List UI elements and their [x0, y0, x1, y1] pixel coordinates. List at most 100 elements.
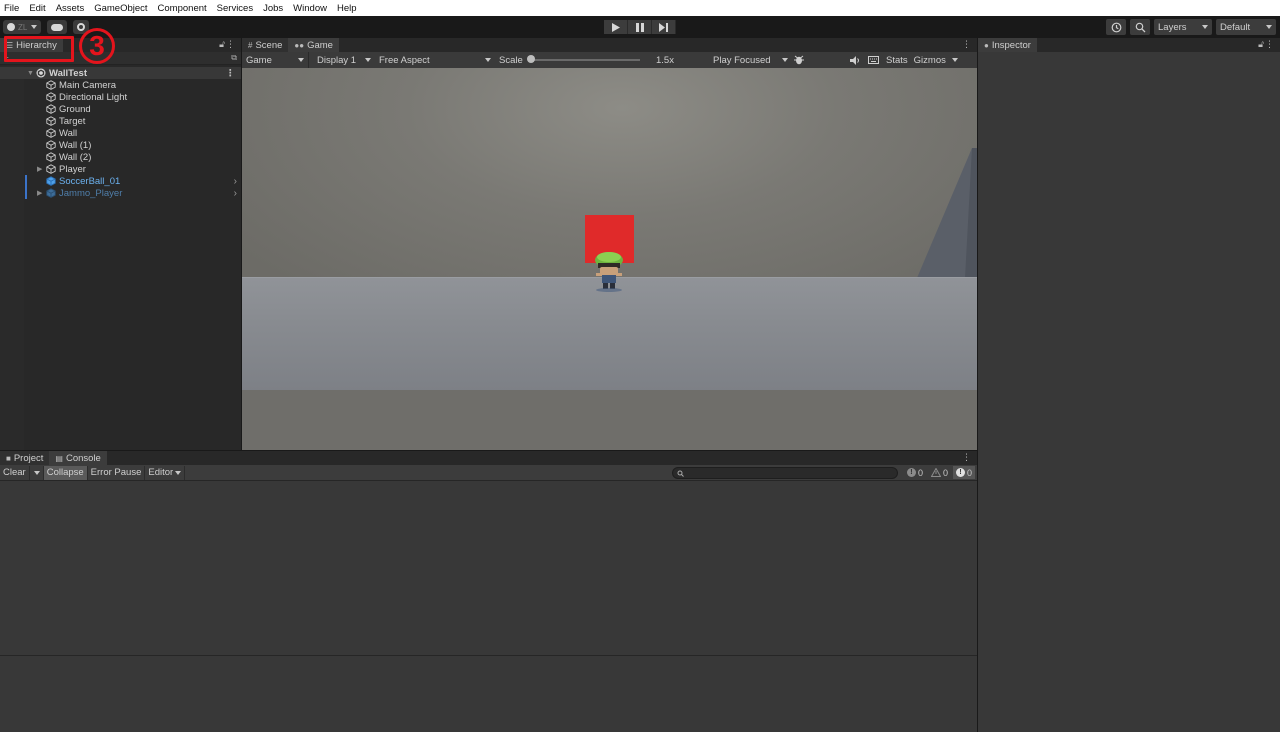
hierarchy-game-divider[interactable] [241, 38, 242, 450]
inspector-tabstrip: ● Inspector 🔓︎ ⋮ [978, 38, 1280, 52]
warning-count: 0 [942, 467, 948, 478]
expand-arrow-icon[interactable]: ▶ [37, 189, 42, 197]
menu-gameobject[interactable]: GameObject [94, 3, 147, 14]
cloud-icon [51, 23, 64, 31]
search-button[interactable] [1130, 19, 1150, 35]
cloud-button[interactable] [47, 20, 68, 34]
lock-icon[interactable]: 🔓︎ [219, 39, 225, 50]
gameobject-icon [46, 164, 56, 174]
warning-counter-toggle[interactable]: 0 [928, 466, 951, 479]
scale-slider-track[interactable] [530, 59, 640, 61]
menu-services[interactable]: Services [217, 3, 253, 14]
layout-dropdown[interactable]: Default [1216, 19, 1276, 35]
chevron-down-icon [1266, 25, 1272, 29]
tab-inspector[interactable]: ● Inspector [978, 38, 1037, 52]
scene-menu-icon[interactable]: ⋮ [226, 68, 236, 79]
account-button[interactable]: ZL [3, 20, 42, 34]
chevron-right-icon[interactable]: › [234, 176, 237, 187]
scale-slider-handle[interactable] [527, 55, 535, 63]
slanted-wall [917, 148, 977, 278]
hierarchy-item-label: Directional Light [59, 91, 128, 103]
hierarchy-item[interactable]: Directional Light [0, 91, 241, 103]
tab-project[interactable]: ■ Project [0, 451, 50, 465]
play-button[interactable] [604, 20, 628, 34]
more-options-icon[interactable]: ⋮ [226, 39, 235, 50]
hierarchy-item[interactable]: ▶ Jammo_Player › [0, 187, 241, 199]
more-options-icon[interactable]: ⋮ [962, 452, 971, 463]
tab-scene[interactable]: # Scene [242, 38, 289, 52]
hierarchy-item[interactable]: Wall (1) [0, 139, 241, 151]
debug-button[interactable] [792, 52, 806, 68]
player-character [595, 252, 623, 292]
clear-options-dropdown[interactable] [30, 465, 44, 480]
expand-arrow-icon[interactable]: ▶ [37, 165, 42, 173]
controlbar-spacer [806, 52, 846, 68]
stats-label: Stats [886, 54, 908, 66]
error-count: 0 [966, 467, 972, 478]
chevron-right-icon[interactable]: › [234, 188, 237, 199]
chevron-down-icon [485, 58, 491, 62]
menu-window[interactable]: Window [293, 3, 327, 14]
gameobject-icon [46, 152, 56, 162]
game-controlbar: Game Display 1 Free Aspect Scale 1.5x Pl… [242, 52, 977, 68]
history-icon [1111, 22, 1121, 32]
gizmos-dropdown[interactable]: Gizmos [912, 52, 962, 68]
bug-icon [794, 55, 804, 65]
hierarchy-item[interactable]: Main Camera [0, 79, 241, 91]
console-detail-divider[interactable] [0, 655, 977, 656]
history-button[interactable] [1106, 19, 1126, 35]
error-pause-toggle[interactable]: Error Pause [88, 465, 146, 480]
hierarchy-item[interactable]: Ground [0, 103, 241, 115]
project-tab-label: Project [13, 452, 44, 464]
display-select[interactable]: Display 1 [309, 52, 375, 68]
chevron-down-icon [365, 58, 371, 62]
menu-edit[interactable]: Edit [29, 3, 45, 14]
menu-component[interactable]: Component [158, 3, 207, 14]
menu-help[interactable]: Help [337, 3, 357, 14]
chevron-down-icon [1202, 25, 1208, 29]
aspect-select[interactable]: Free Aspect [375, 52, 495, 68]
console-search-input[interactable] [672, 467, 898, 479]
chevron-down-icon [298, 58, 304, 62]
play-focus-select[interactable]: Play Focused [710, 52, 792, 68]
collapse-toggle[interactable]: Collapse [43, 465, 88, 480]
hierarchy-item[interactable]: SoccerBall_01 › [0, 175, 241, 187]
clear-button[interactable]: Clear [0, 465, 30, 480]
game-canvas[interactable] [242, 68, 977, 450]
gameobject-icon [46, 128, 56, 138]
shortcuts-button[interactable] [864, 52, 882, 68]
tab-console[interactable]: ▤ Console [49, 451, 107, 465]
hierarchy-item-label: Target [59, 115, 86, 127]
scene-visibility-icon[interactable]: ⧉ [231, 53, 237, 63]
stats-button[interactable]: Stats [882, 52, 912, 68]
hierarchy-item[interactable]: ▶ Player [0, 163, 241, 175]
editor-target-dropdown[interactable]: Editor [145, 465, 186, 480]
hierarchy-item[interactable]: Wall [0, 127, 241, 139]
tab-game[interactable]: ●● Game [288, 38, 339, 52]
menu-file[interactable]: File [4, 3, 19, 14]
scale-control: Scale 1.5x [495, 52, 710, 68]
hierarchy-item[interactable]: Wall (2) [0, 151, 241, 163]
menu-jobs[interactable]: Jobs [263, 3, 283, 14]
lock-icon[interactable]: 🔓︎ [1258, 39, 1264, 50]
pause-button[interactable] [628, 20, 652, 34]
layers-dropdown[interactable]: Layers [1154, 19, 1212, 35]
console-divider[interactable] [0, 450, 977, 451]
more-options-icon[interactable]: ⋮ [962, 39, 971, 50]
scene-row[interactable]: ▼ WallTest ⋮ [0, 67, 241, 79]
chevron-down-icon [31, 25, 38, 29]
mode-select[interactable]: Game [242, 52, 309, 68]
expand-arrow-icon[interactable]: ▼ [27, 70, 34, 77]
hierarchy-item[interactable]: Target [0, 115, 241, 127]
log-counter-toggle[interactable]: ! 0 [904, 466, 926, 479]
mute-audio-button[interactable] [846, 52, 864, 68]
step-button[interactable] [652, 20, 676, 34]
inspector-panel: ● Inspector 🔓︎ ⋮ [978, 38, 1280, 732]
console-icon: ▤ [55, 453, 63, 463]
more-options-icon[interactable]: ⋮ [1265, 39, 1274, 50]
inspector-divider[interactable] [977, 38, 978, 732]
error-counter-toggle[interactable]: ! 0 [952, 466, 975, 479]
menu-assets[interactable]: Assets [56, 3, 85, 14]
hierarchy-item-label: Wall (2) [59, 151, 92, 163]
account-label: ZL [18, 22, 28, 32]
